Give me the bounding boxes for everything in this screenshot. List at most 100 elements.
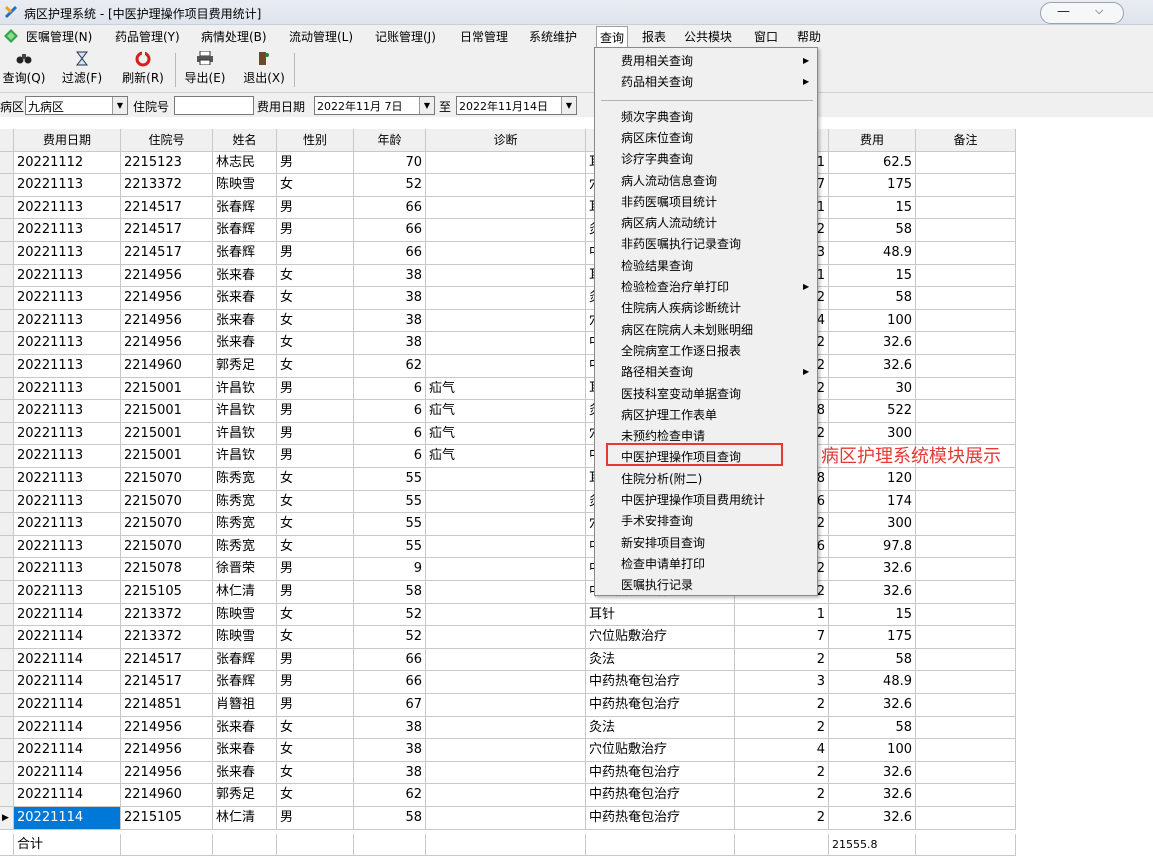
- table-cell[interactable]: [426, 626, 586, 649]
- table-cell[interactable]: 20221113: [14, 513, 121, 536]
- table-cell[interactable]: 女: [277, 626, 354, 649]
- table-cell[interactable]: 6: [354, 445, 426, 468]
- table-cell[interactable]: 2215070: [121, 468, 213, 491]
- table-cell[interactable]: 女: [277, 603, 354, 627]
- table-cell[interactable]: [426, 603, 586, 627]
- table-cell[interactable]: 62.5: [829, 151, 916, 175]
- query-menu-item[interactable]: 手术安排查询: [621, 512, 693, 530]
- table-cell[interactable]: 2214956: [121, 264, 213, 288]
- table-cell[interactable]: 张来春: [213, 287, 277, 310]
- table-cell[interactable]: 20221113: [14, 264, 121, 288]
- dropdown-arrow-icon[interactable]: ▼: [561, 97, 576, 114]
- table-cell[interactable]: 4: [735, 739, 829, 762]
- table-cell[interactable]: [916, 648, 1016, 672]
- table-cell[interactable]: 58: [354, 807, 426, 830]
- table-cell[interactable]: [426, 196, 586, 220]
- table-cell[interactable]: 20221114: [14, 603, 121, 627]
- query-menu-item[interactable]: 病人流动信息查询: [621, 172, 717, 190]
- table-cell[interactable]: [426, 648, 586, 672]
- column-header[interactable]: 费用: [829, 129, 916, 152]
- table-cell[interactable]: 疝气: [426, 400, 586, 423]
- query-menu-item[interactable]: 药品相关查询: [621, 73, 693, 91]
- query-menu-item[interactable]: 频次字典查询: [621, 108, 693, 126]
- table-cell[interactable]: 97.8: [829, 535, 916, 559]
- table-cell[interactable]: 女: [277, 174, 354, 197]
- table-cell[interactable]: [916, 535, 1016, 559]
- table-cell[interactable]: [916, 490, 1016, 514]
- table-cell[interactable]: 穴位贴敷治疗: [586, 739, 735, 762]
- table-cell[interactable]: 许昌钦: [213, 445, 277, 468]
- table-cell[interactable]: 2215001: [121, 422, 213, 446]
- table-cell[interactable]: [426, 309, 586, 333]
- table-cell[interactable]: 15: [829, 603, 916, 627]
- table-cell[interactable]: [426, 761, 586, 785]
- table-cell[interactable]: 女: [277, 761, 354, 785]
- table-cell[interactable]: 20221113: [14, 174, 121, 197]
- table-cell[interactable]: 男: [277, 648, 354, 672]
- table-cell[interactable]: 66: [354, 196, 426, 220]
- table-cell[interactable]: [426, 694, 586, 717]
- table-cell[interactable]: 女: [277, 535, 354, 559]
- table-cell[interactable]: 张来春: [213, 739, 277, 762]
- ward-select[interactable]: 九病区 ▼: [25, 96, 128, 115]
- menu-item-condition[interactable]: 病情处理(B): [201, 28, 267, 45]
- table-cell[interactable]: 20221113: [14, 377, 121, 401]
- table-cell[interactable]: 灸法: [586, 716, 735, 740]
- table-cell[interactable]: 20221113: [14, 309, 121, 333]
- table-cell[interactable]: 7: [735, 626, 829, 649]
- table-cell[interactable]: 20221114: [14, 716, 121, 740]
- table-cell[interactable]: 男: [277, 377, 354, 401]
- table-cell[interactable]: 张春辉: [213, 242, 277, 265]
- query-button[interactable]: 查询(Q): [0, 51, 48, 86]
- table-cell[interactable]: 中药热奄包治疗: [586, 761, 735, 785]
- table-cell[interactable]: 2: [735, 648, 829, 672]
- menu-item-orders[interactable]: 医嘱管理(N): [26, 28, 92, 45]
- menu-item-public[interactable]: 公共模块: [684, 28, 732, 45]
- table-cell[interactable]: [916, 264, 1016, 288]
- table-cell[interactable]: 陈秀宽: [213, 513, 277, 536]
- table-cell[interactable]: 女: [277, 287, 354, 310]
- table-cell[interactable]: 66: [354, 648, 426, 672]
- table-cell[interactable]: 6: [354, 377, 426, 401]
- table-cell[interactable]: 32.6: [829, 332, 916, 355]
- table-cell[interactable]: 陈秀宽: [213, 535, 277, 559]
- table-cell[interactable]: 38: [354, 761, 426, 785]
- table-cell[interactable]: 许昌钦: [213, 400, 277, 423]
- table-cell[interactable]: 徐晋荣: [213, 558, 277, 581]
- table-cell[interactable]: 20221113: [14, 219, 121, 242]
- menu-item-daily[interactable]: 日常管理: [460, 28, 508, 45]
- table-cell[interactable]: 2215078: [121, 558, 213, 581]
- column-header[interactable]: 费用日期: [14, 129, 121, 152]
- query-menu-item[interactable]: 检验结果查询: [621, 257, 693, 275]
- table-cell[interactable]: 张来春: [213, 264, 277, 288]
- table-cell[interactable]: [426, 287, 586, 310]
- table-cell[interactable]: 1: [735, 603, 829, 627]
- table-cell[interactable]: 女: [277, 739, 354, 762]
- query-menu-item[interactable]: 病区护理工作表单: [621, 406, 717, 424]
- table-cell[interactable]: 2215001: [121, 400, 213, 423]
- table-cell[interactable]: 32.6: [829, 694, 916, 717]
- table-cell[interactable]: 100: [829, 739, 916, 762]
- table-cell[interactable]: 20221112: [14, 151, 121, 175]
- table-cell[interactable]: 55: [354, 535, 426, 559]
- query-menu-item[interactable]: 检验检查治疗单打印: [621, 278, 729, 296]
- table-cell[interactable]: 耳针: [586, 603, 735, 627]
- table-cell[interactable]: 女: [277, 784, 354, 807]
- table-cell[interactable]: 女: [277, 513, 354, 536]
- table-cell[interactable]: [916, 581, 1016, 604]
- table-cell[interactable]: 32.6: [829, 807, 916, 830]
- table-cell[interactable]: [916, 355, 1016, 378]
- table-cell[interactable]: 100: [829, 309, 916, 333]
- table-cell[interactable]: 男: [277, 219, 354, 242]
- table-cell[interactable]: 52: [354, 174, 426, 197]
- column-header[interactable]: 姓名: [213, 129, 277, 152]
- query-menu-item[interactable]: 非药医嘱执行记录查询: [621, 235, 741, 253]
- table-cell[interactable]: 2214517: [121, 671, 213, 694]
- table-cell[interactable]: 2214517: [121, 196, 213, 220]
- table-cell[interactable]: 2214956: [121, 332, 213, 355]
- table-cell[interactable]: 2214960: [121, 784, 213, 807]
- table-cell[interactable]: 陈映雪: [213, 603, 277, 627]
- table-cell[interactable]: 20221113: [14, 355, 121, 378]
- table-cell[interactable]: 48.9: [829, 671, 916, 694]
- query-menu-item[interactable]: 路径相关查询: [621, 363, 693, 381]
